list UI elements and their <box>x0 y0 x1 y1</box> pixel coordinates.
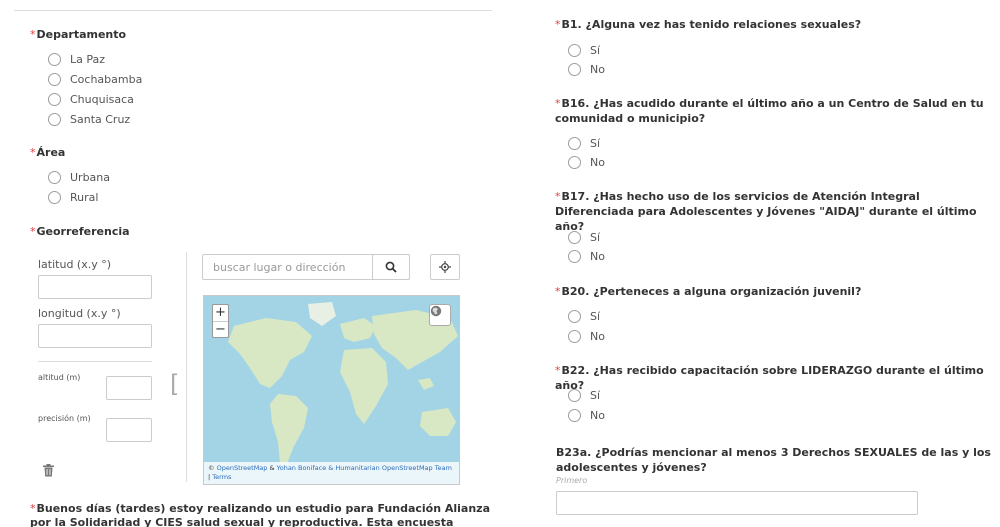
trash-icon[interactable] <box>43 462 54 481</box>
radio-option-no[interactable]: No <box>568 407 605 423</box>
radio-option-cochabamba[interactable]: Cochabamba <box>48 71 142 87</box>
altitud-input[interactable] <box>106 376 152 400</box>
latitud-label: latitud (x.y °) <box>38 258 112 271</box>
radio-button[interactable] <box>48 190 61 204</box>
osm-link[interactable]: OpenStreetMap <box>217 464 268 472</box>
radio-option-si[interactable]: Sí <box>568 308 600 324</box>
radio-button[interactable] <box>48 92 61 106</box>
radio-button[interactable] <box>568 136 581 150</box>
vertical-divider <box>186 252 187 482</box>
radio-option-no[interactable]: No <box>568 328 605 344</box>
radio-button[interactable] <box>568 408 581 422</box>
layers-button[interactable] <box>429 304 451 326</box>
zoom-in-button[interactable]: + <box>213 305 228 321</box>
radio-button[interactable] <box>568 388 581 402</box>
radio-button[interactable] <box>568 329 581 343</box>
altitud-label: altitud (m) <box>38 373 81 382</box>
radio-button[interactable] <box>568 43 581 57</box>
question-b1-label: *B1. ¿Alguna vez has tenido relaciones s… <box>555 18 862 31</box>
radio-option-rural[interactable]: Rural <box>48 189 98 205</box>
radio-option-no[interactable]: No <box>568 248 605 264</box>
radio-button[interactable] <box>48 170 61 184</box>
radio-option-la-paz[interactable]: La Paz <box>48 51 105 67</box>
locate-button[interactable] <box>430 254 460 280</box>
precision-label: precisión (m) <box>38 414 91 423</box>
radio-button[interactable] <box>48 72 61 86</box>
radio-button[interactable] <box>568 309 581 323</box>
radio-option-santa-cruz[interactable]: Santa Cruz <box>48 111 130 127</box>
radio-option-si[interactable]: Sí <box>568 229 600 245</box>
longitud-label: longitud (x.y °) <box>38 307 121 320</box>
radio-button[interactable] <box>48 52 61 66</box>
divider <box>38 361 152 362</box>
question-b23a-label: B23a. ¿Podrías mencionar al menos 3 Dere… <box>556 446 991 474</box>
radio-button[interactable] <box>568 249 581 263</box>
radio-option-si[interactable]: Sí <box>568 135 600 151</box>
radio-option-si[interactable]: Sí <box>568 42 600 58</box>
question-b20-label: *B20. ¿Perteneces a alguna organización … <box>555 285 862 298</box>
world-map <box>228 302 458 466</box>
terms-link[interactable]: Terms <box>212 473 231 481</box>
map-attribution: © OpenStreetMap & Yohan Boniface & Human… <box>204 462 459 484</box>
right-form-panel: *B1. ¿Alguna vez has tenido relaciones s… <box>520 0 1000 527</box>
search-icon <box>385 258 397 277</box>
question-b16-label: *B16. ¿Has acudido durante el último año… <box>555 97 984 125</box>
departamento-label: *Departamento <box>30 28 127 41</box>
precision-input[interactable] <box>106 418 152 442</box>
left-form-panel: *Departamento La Paz Cochabamba Chuquisa… <box>0 0 492 527</box>
zoom-out-button[interactable]: − <box>213 321 228 337</box>
divider <box>14 10 492 11</box>
credit-link[interactable]: Yohan Boniface & Humanitarian OpenStreet… <box>277 464 452 472</box>
radio-option-chuquisaca[interactable]: Chuquisaca <box>48 91 134 107</box>
radio-option-no[interactable]: No <box>568 154 605 170</box>
area-label: *Área <box>30 146 66 159</box>
latitud-input[interactable] <box>38 275 152 299</box>
radio-option-urbana[interactable]: Urbana <box>48 169 110 185</box>
input-hint: Primero <box>556 476 588 485</box>
bracket-decoration: [ <box>170 370 180 398</box>
b23a-first-input[interactable] <box>556 491 918 515</box>
radio-option-si[interactable]: Sí <box>568 387 600 403</box>
radio-button[interactable] <box>568 230 581 244</box>
radio-button[interactable] <box>568 62 581 76</box>
question-b22-label: *B22. ¿Has recibido capacitación sobre L… <box>555 364 984 392</box>
zoom-control: + − <box>212 304 229 338</box>
map-view[interactable]: + − © OpenStreetMap & Yohan Boniface & H… <box>203 295 460 485</box>
longitud-input[interactable] <box>38 324 152 348</box>
radio-option-no[interactable]: No <box>568 61 605 77</box>
georreferencia-label: *Georreferencia <box>30 225 130 238</box>
question-b17-label: *B17. ¿Has hecho uso de los servicios de… <box>555 190 977 233</box>
radio-button[interactable] <box>568 155 581 169</box>
intro-question-label: *Buenos días (tardes) estoy realizando u… <box>30 502 491 527</box>
radio-button[interactable] <box>48 112 61 126</box>
locate-icon <box>439 258 451 277</box>
map-search-button[interactable] <box>372 254 410 280</box>
